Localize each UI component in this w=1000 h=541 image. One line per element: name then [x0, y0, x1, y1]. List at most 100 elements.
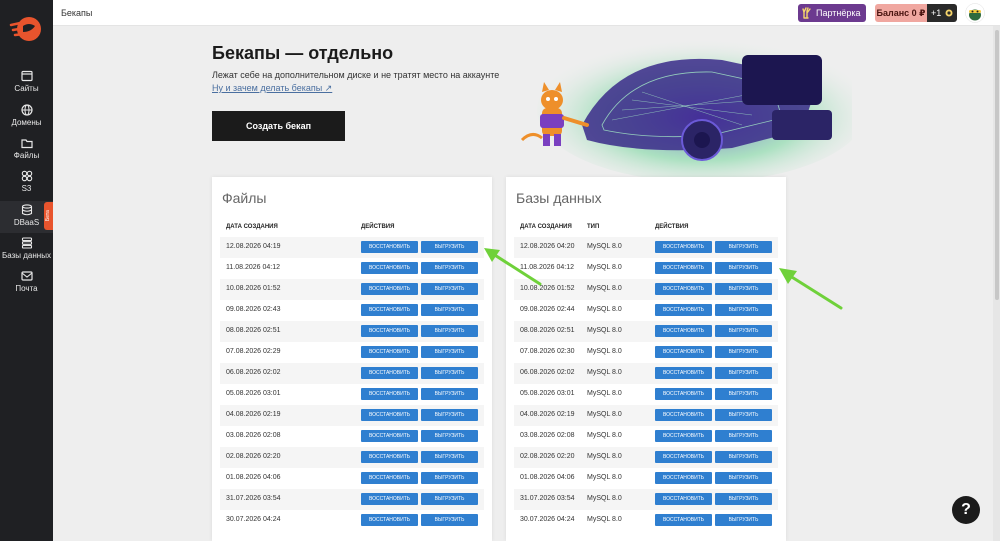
restore-button[interactable]: ВОССТАНОВИТЬ — [655, 388, 712, 400]
create-backup-button[interactable]: Создать бекап — [212, 111, 345, 141]
restore-button[interactable]: ВОССТАНОВИТЬ — [361, 367, 418, 379]
download-button[interactable]: ВЫГРУЗИТЬ — [715, 241, 772, 253]
backup-date: 30.07.2026 04:24 — [520, 516, 575, 523]
restore-button[interactable]: ВОССТАНОВИТЬ — [361, 346, 418, 358]
download-button[interactable]: ВЫГРУЗИТЬ — [421, 430, 478, 442]
bonus-button[interactable]: +1 — [927, 4, 957, 22]
sidebar-item-mail[interactable]: Почта — [0, 270, 53, 300]
restore-button[interactable]: ВОССТАНОВИТЬ — [361, 472, 418, 484]
download-button[interactable]: ВЫГРУЗИТЬ — [421, 367, 478, 379]
download-button[interactable]: ВЫГРУЗИТЬ — [715, 346, 772, 358]
col-header-actions: ДЕЙСТВИЯ — [361, 224, 395, 230]
table-row: 01.08.2026 04:06 MySQL 8.0 ВОССТАНОВИТЬ ВЫГ… — [514, 468, 778, 489]
restore-button[interactable]: ВОССТАНОВИТЬ — [655, 304, 712, 316]
database-icon — [21, 204, 32, 216]
download-button[interactable]: ВЫГРУЗИТЬ — [715, 325, 772, 337]
backup-date: 04.08.2026 02:19 — [226, 411, 281, 418]
restore-button[interactable]: ВОССТАНОВИТЬ — [361, 451, 418, 463]
table-row: 08.08.2026 02:51 ВОССТАНОВИТЬ ВЫГРУЗИТЬ — [220, 321, 484, 342]
download-button[interactable]: ВЫГРУЗИТЬ — [421, 409, 478, 421]
restore-button[interactable]: ВОССТАНОВИТЬ — [361, 304, 418, 316]
download-button[interactable]: ВЫГРУЗИТЬ — [421, 472, 478, 484]
partner-button[interactable]: Партнёрка — [798, 4, 866, 22]
restore-button[interactable]: ВОССТАНОВИТЬ — [361, 409, 418, 421]
db-type: MySQL 8.0 — [587, 516, 622, 523]
restore-button[interactable]: ВОССТАНОВИТЬ — [655, 514, 712, 526]
download-button[interactable]: ВЫГРУЗИТЬ — [715, 430, 772, 442]
sidebar-item-domains[interactable]: Домены — [0, 104, 53, 134]
restore-button[interactable]: ВОССТАНОВИТЬ — [655, 241, 712, 253]
restore-button[interactable]: ВОССТАНОВИТЬ — [361, 493, 418, 505]
restore-button[interactable]: ВОССТАНОВИТЬ — [655, 430, 712, 442]
sidebar-item-files[interactable]: Файлы — [0, 137, 53, 167]
sidebar: Сайты Домены Файлы S3 DBaaS Бета Базы да… — [0, 0, 53, 541]
scrollbar-thumb[interactable] — [995, 30, 999, 300]
beta-badge: Бета — [44, 202, 53, 230]
restore-button[interactable]: ВОССТАНОВИТЬ — [655, 325, 712, 337]
col-header-date: ДАТА СОЗДАНИЯ — [226, 224, 278, 230]
download-button[interactable]: ВЫГРУЗИТЬ — [715, 283, 772, 295]
download-button[interactable]: ВЫГРУЗИТЬ — [715, 304, 772, 316]
page-breadcrumb: Бекапы — [61, 8, 93, 18]
download-button[interactable]: ВЫГРУЗИТЬ — [715, 451, 772, 463]
download-button[interactable]: ВЫГРУЗИТЬ — [421, 262, 478, 274]
download-button[interactable]: ВЫГРУЗИТЬ — [715, 409, 772, 421]
download-button[interactable]: ВЫГРУЗИТЬ — [421, 346, 478, 358]
restore-button[interactable]: ВОССТАНОВИТЬ — [361, 283, 418, 295]
download-button[interactable]: ВЫГРУЗИТЬ — [421, 493, 478, 505]
restore-button[interactable]: ВОССТАНОВИТЬ — [655, 283, 712, 295]
restore-button[interactable]: ВОССТАНОВИТЬ — [655, 451, 712, 463]
download-button[interactable]: ВЫГРУЗИТЬ — [715, 388, 772, 400]
download-button[interactable]: ВЫГРУЗИТЬ — [421, 283, 478, 295]
download-button[interactable]: ВЫГРУЗИТЬ — [715, 472, 772, 484]
backup-date: 08.08.2026 02:51 — [226, 327, 281, 334]
sidebar-item-s3[interactable]: S3 — [0, 170, 53, 200]
download-button[interactable]: ВЫГРУЗИТЬ — [421, 325, 478, 337]
download-button[interactable]: ВЫГРУЗИТЬ — [421, 388, 478, 400]
db-type: MySQL 8.0 — [587, 306, 622, 313]
backup-date: 07.08.2026 02:29 — [226, 348, 281, 355]
download-button[interactable]: ВЫГРУЗИТЬ — [715, 262, 772, 274]
page-subtitle: Лежат себе на дополнительном диске и не … — [212, 70, 500, 80]
restore-button[interactable]: ВОССТАНОВИТЬ — [361, 262, 418, 274]
sidebar-item-label: Базы данных — [2, 251, 51, 260]
download-button[interactable]: ВЫГРУЗИТЬ — [715, 367, 772, 379]
restore-button[interactable]: ВОССТАНОВИТЬ — [361, 514, 418, 526]
sidebar-item-sites[interactable]: Сайты — [0, 70, 53, 100]
restore-button[interactable]: ВОССТАНОВИТЬ — [361, 388, 418, 400]
backup-date: 05.08.2026 03:01 — [226, 390, 281, 397]
db-type: MySQL 8.0 — [587, 243, 622, 250]
globe-icon — [20, 104, 33, 116]
logo-icon[interactable] — [9, 14, 43, 44]
restore-button[interactable]: ВОССТАНОВИТЬ — [361, 430, 418, 442]
why-backups-link[interactable]: Ну и зачем делать бекапы ↗ — [212, 83, 332, 94]
download-button[interactable]: ВЫГРУЗИТЬ — [421, 304, 478, 316]
table-row: 10.08.2026 01:52 MySQL 8.0 ВОССТАНОВИТЬ ВЫГ… — [514, 279, 778, 300]
sidebar-item-label: S3 — [21, 184, 32, 193]
backup-date: 09.08.2026 02:43 — [226, 306, 281, 313]
folder-icon — [20, 139, 33, 149]
balance-button[interactable]: Баланс 0 ₽ — [875, 4, 927, 22]
download-button[interactable]: ВЫГРУЗИТЬ — [715, 514, 772, 526]
restore-button[interactable]: ВОССТАНОВИТЬ — [655, 409, 712, 421]
restore-button[interactable]: ВОССТАНОВИТЬ — [655, 262, 712, 274]
table-row: 05.08.2026 03:01 ВОССТАНОВИТЬ ВЫГРУЗИТЬ — [220, 384, 484, 405]
restore-button[interactable]: ВОССТАНОВИТЬ — [655, 472, 712, 484]
table-row: 05.08.2026 03:01 MySQL 8.0 ВОССТАНОВИТЬ ВЫГ… — [514, 384, 778, 405]
restore-button[interactable]: ВОССТАНОВИТЬ — [655, 346, 712, 358]
restore-button[interactable]: ВОССТАНОВИТЬ — [361, 241, 418, 253]
restore-button[interactable]: ВОССТАНОВИТЬ — [655, 493, 712, 505]
help-button[interactable]: ? — [952, 496, 980, 524]
backup-date: 31.07.2026 03:54 — [520, 495, 575, 502]
s3-icon — [21, 170, 32, 182]
backup-date: 11.08.2026 04:12 — [226, 264, 280, 271]
avatar[interactable] — [965, 3, 985, 23]
download-button[interactable]: ВЫГРУЗИТЬ — [421, 241, 478, 253]
restore-button[interactable]: ВОССТАНОВИТЬ — [655, 367, 712, 379]
download-button[interactable]: ВЫГРУЗИТЬ — [715, 493, 772, 505]
download-button[interactable]: ВЫГРУЗИТЬ — [421, 451, 478, 463]
sidebar-item-databases[interactable]: Базы данных — [0, 237, 53, 267]
restore-button[interactable]: ВОССТАНОВИТЬ — [361, 325, 418, 337]
download-button[interactable]: ВЫГРУЗИТЬ — [421, 514, 478, 526]
annotation-arrow-icon — [779, 268, 843, 310]
